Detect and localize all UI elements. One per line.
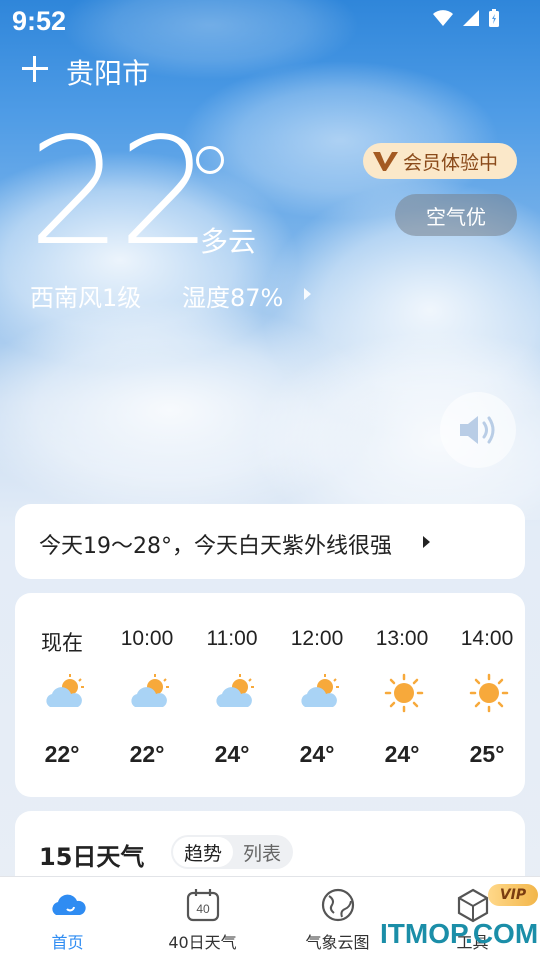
hourly-item[interactable]: 10:00 22° xyxy=(107,593,187,797)
tab-list[interactable]: 列表 xyxy=(233,837,291,867)
hourly-forecast-card[interactable]: 现在 22° 10:00 22° 11:00 24° 12:00 24° 13:… xyxy=(15,593,525,797)
hour-time: 14:00 xyxy=(460,627,514,650)
hour-temperature: 25° xyxy=(469,741,505,767)
add-city-button[interactable] xyxy=(20,54,50,84)
partly-cloudy-icon xyxy=(301,674,339,707)
globe-icon xyxy=(321,888,354,922)
current-condition: 多云 xyxy=(200,225,257,258)
hour-temperature: 24° xyxy=(214,741,250,767)
hour-time: 现在 xyxy=(41,632,83,655)
status-bar: 9:52 xyxy=(0,0,540,44)
wind-info[interactable]: 西南风1级 xyxy=(30,278,141,313)
battery-icon xyxy=(489,9,499,27)
vip-trial-badge[interactable]: 会员体验中 xyxy=(363,143,517,179)
sunny-icon xyxy=(469,673,509,713)
city-name[interactable]: 贵阳市 xyxy=(66,52,150,92)
vip-trial-label: 会员体验中 xyxy=(403,151,499,174)
vip-v-icon xyxy=(373,152,398,171)
current-temperature: 22 xyxy=(28,106,212,278)
hourly-item[interactable]: 现在 22° xyxy=(22,593,102,797)
calendar-40-icon: 40 xyxy=(186,889,219,922)
humidity-arrow-icon xyxy=(304,288,311,300)
nav-label: 首页 xyxy=(51,933,84,952)
hourly-item[interactable]: 11:00 24° xyxy=(192,593,272,797)
nav-item-home[interactable]: 首页 xyxy=(0,877,135,960)
wifi-icon xyxy=(433,10,453,26)
today-summary-card[interactable]: 今天19～28°，今天白天紫外线很强 xyxy=(15,504,525,579)
degree-symbol xyxy=(196,146,224,174)
daily-forecast-title: 15日天气 xyxy=(39,843,145,871)
nav-item-40day[interactable]: 40 40日天气 xyxy=(135,877,270,960)
partly-cloudy-icon xyxy=(216,674,254,707)
svg-text:40: 40 xyxy=(196,902,210,916)
hourly-item[interactable]: 12:00 24° xyxy=(277,593,357,797)
voice-broadcast-button[interactable] xyxy=(440,392,516,468)
humidity-info[interactable]: 湿度87% xyxy=(182,278,283,313)
view-toggle: 趋势 列表 xyxy=(171,835,293,869)
status-icons xyxy=(432,8,500,28)
speaker-icon xyxy=(460,416,495,444)
hour-temperature: 22° xyxy=(129,741,165,767)
chevron-right-icon xyxy=(423,536,430,548)
today-summary-text: 今天19～28°，今天白天紫外线很强 xyxy=(39,534,392,559)
air-quality-button[interactable]: 空气优 xyxy=(395,194,517,236)
status-time: 9:52 xyxy=(12,6,67,36)
hour-time: 13:00 xyxy=(375,627,429,650)
hour-temperature: 22° xyxy=(44,741,80,767)
home-cloud-icon xyxy=(51,894,86,915)
hourly-item[interactable]: 13:00 24° xyxy=(362,593,442,797)
partly-cloudy-icon xyxy=(131,674,169,707)
hour-time: 11:00 xyxy=(206,627,258,650)
hour-temperature: 24° xyxy=(384,741,420,767)
nav-label: 40日天气 xyxy=(168,933,237,952)
hour-temperature: 24° xyxy=(299,741,335,767)
hourly-item[interactable]: 14:00 25° xyxy=(447,593,525,797)
partly-cloudy-icon xyxy=(46,674,84,707)
watermark: ITMOP.COM xyxy=(380,918,539,949)
tab-trend[interactable]: 趋势 xyxy=(173,837,233,867)
hour-time: 12:00 xyxy=(290,627,344,650)
sunny-icon xyxy=(384,673,424,713)
hour-time: 10:00 xyxy=(120,627,174,650)
vip-tag: VIP xyxy=(488,884,538,906)
signal-icon xyxy=(463,10,479,26)
